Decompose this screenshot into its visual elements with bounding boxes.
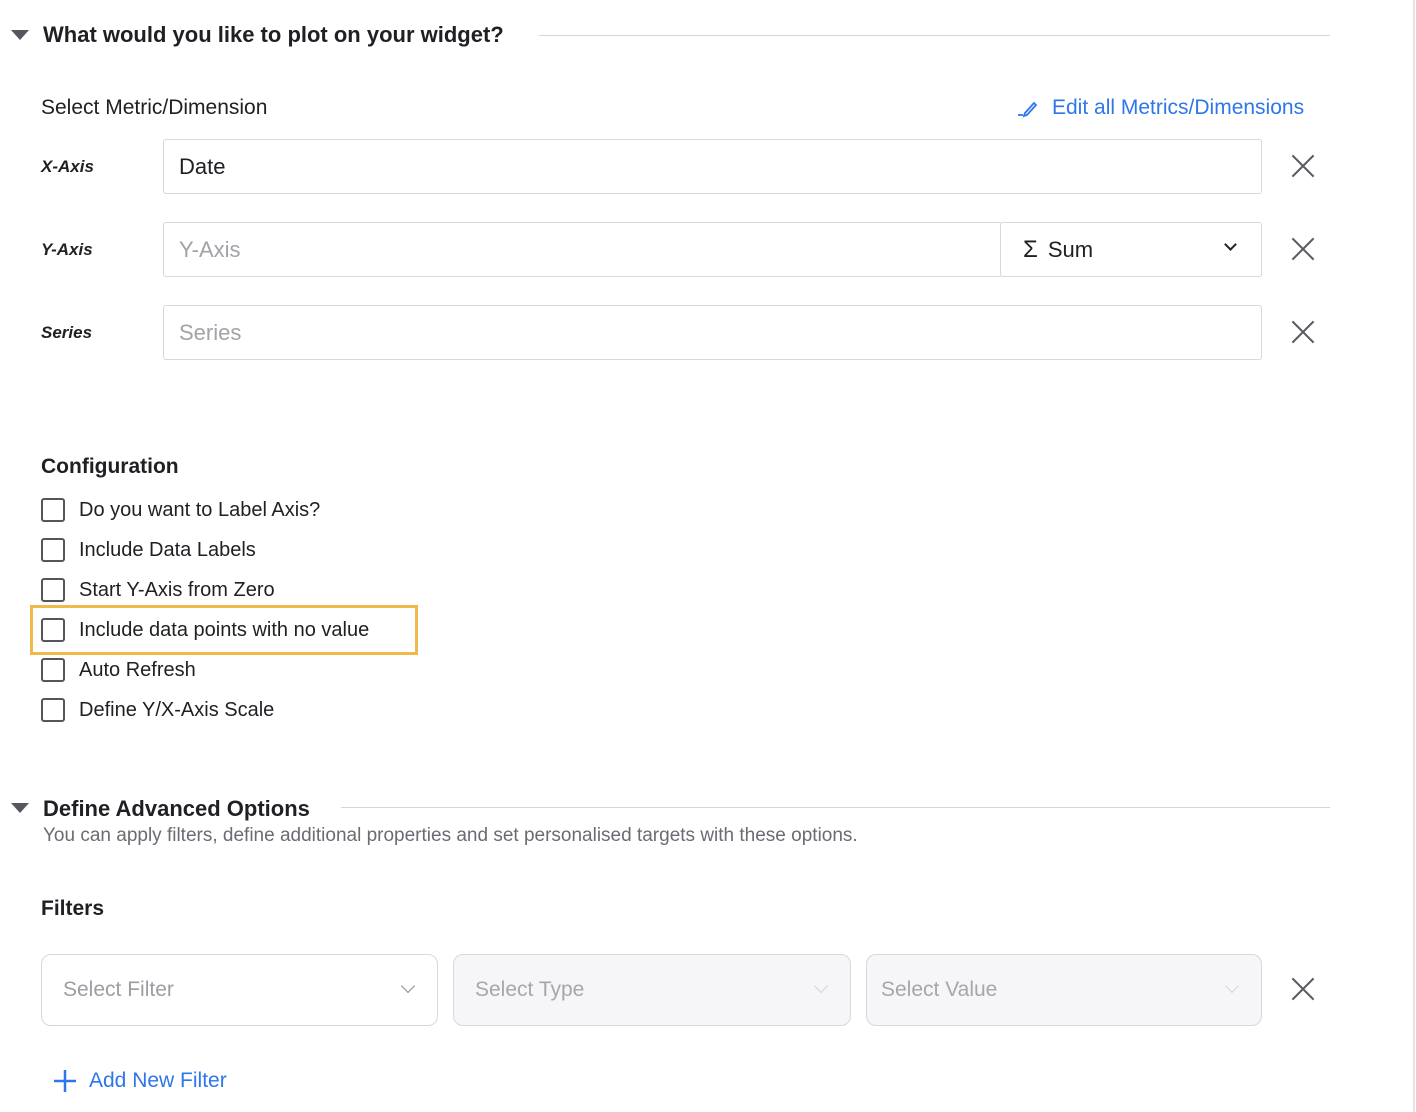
series-placeholder: Series [179, 319, 242, 345]
series-label: Series [41, 323, 93, 342]
advanced-description: You can apply filters, define additional… [43, 825, 858, 846]
checkbox[interactable] [41, 618, 65, 642]
aggregation-value: Sum [1047, 236, 1094, 262]
option-data-labels[interactable]: Include Data Labels [41, 538, 256, 562]
filters-title: Filters [41, 897, 105, 920]
filter-placeholder: Select Filter [63, 978, 174, 1001]
select-value-dropdown[interactable]: Select Value [866, 954, 1262, 1026]
y-axis-label: Y-Axis [41, 240, 93, 259]
collapse-caret-icon[interactable] [11, 30, 29, 40]
select-metric-label: Select Metric/Dimension [41, 96, 268, 119]
checkbox[interactable] [41, 658, 65, 682]
series-input[interactable]: Series [163, 305, 1262, 360]
option-y-axis-zero[interactable]: Start Y-Axis from Zero [41, 578, 275, 602]
option-label-axis[interactable]: Do you want to Label Axis? [41, 498, 320, 522]
aggregation-select[interactable]: Σ Sum [1000, 222, 1262, 277]
checkbox[interactable] [41, 578, 65, 602]
close-icon[interactable] [1291, 154, 1315, 178]
option-axis-scale[interactable]: Define Y/X-Axis Scale [41, 698, 274, 722]
y-axis-input[interactable]: Y-Axis [163, 222, 1002, 277]
close-icon[interactable] [1291, 237, 1315, 261]
configuration-title: Configuration [41, 455, 179, 478]
plus-icon [54, 1070, 76, 1092]
value-placeholder: Select Value [881, 978, 998, 1001]
option-auto-refresh[interactable]: Auto Refresh [41, 658, 196, 682]
section-title: What would you like to plot on your widg… [43, 22, 504, 47]
x-axis-value: Date [179, 153, 226, 179]
close-icon[interactable] [1291, 977, 1315, 1001]
chevron-down-icon [400, 978, 416, 994]
option-no-value-points[interactable]: Include data points with no value [41, 618, 369, 642]
y-axis-placeholder: Y-Axis [179, 236, 241, 262]
x-axis-input[interactable]: Date [163, 139, 1262, 194]
chevron-down-icon [1224, 238, 1237, 251]
pencil-icon [1018, 101, 1038, 118]
x-axis-label: X-Axis [41, 157, 94, 176]
select-type-dropdown[interactable]: Select Type [453, 954, 851, 1026]
checkbox[interactable] [41, 538, 65, 562]
checkbox[interactable] [41, 698, 65, 722]
divider [341, 807, 1330, 808]
divider [539, 35, 1330, 36]
collapse-caret-icon[interactable] [11, 803, 29, 813]
sigma-icon: Σ [1023, 235, 1038, 263]
chevron-down-icon [1224, 978, 1240, 994]
select-filter-dropdown[interactable]: Select Filter [41, 954, 438, 1026]
checkbox[interactable] [41, 498, 65, 522]
scrollbar-border [1413, 0, 1415, 1112]
chevron-down-icon [813, 978, 829, 994]
advanced-title: Define Advanced Options [43, 796, 310, 821]
close-icon[interactable] [1291, 320, 1315, 344]
add-filter-button[interactable]: Add New Filter [53, 1069, 227, 1093]
edit-metrics-link[interactable]: Edit all Metrics/Dimensions [1016, 96, 1304, 120]
type-placeholder: Select Type [475, 978, 585, 1001]
